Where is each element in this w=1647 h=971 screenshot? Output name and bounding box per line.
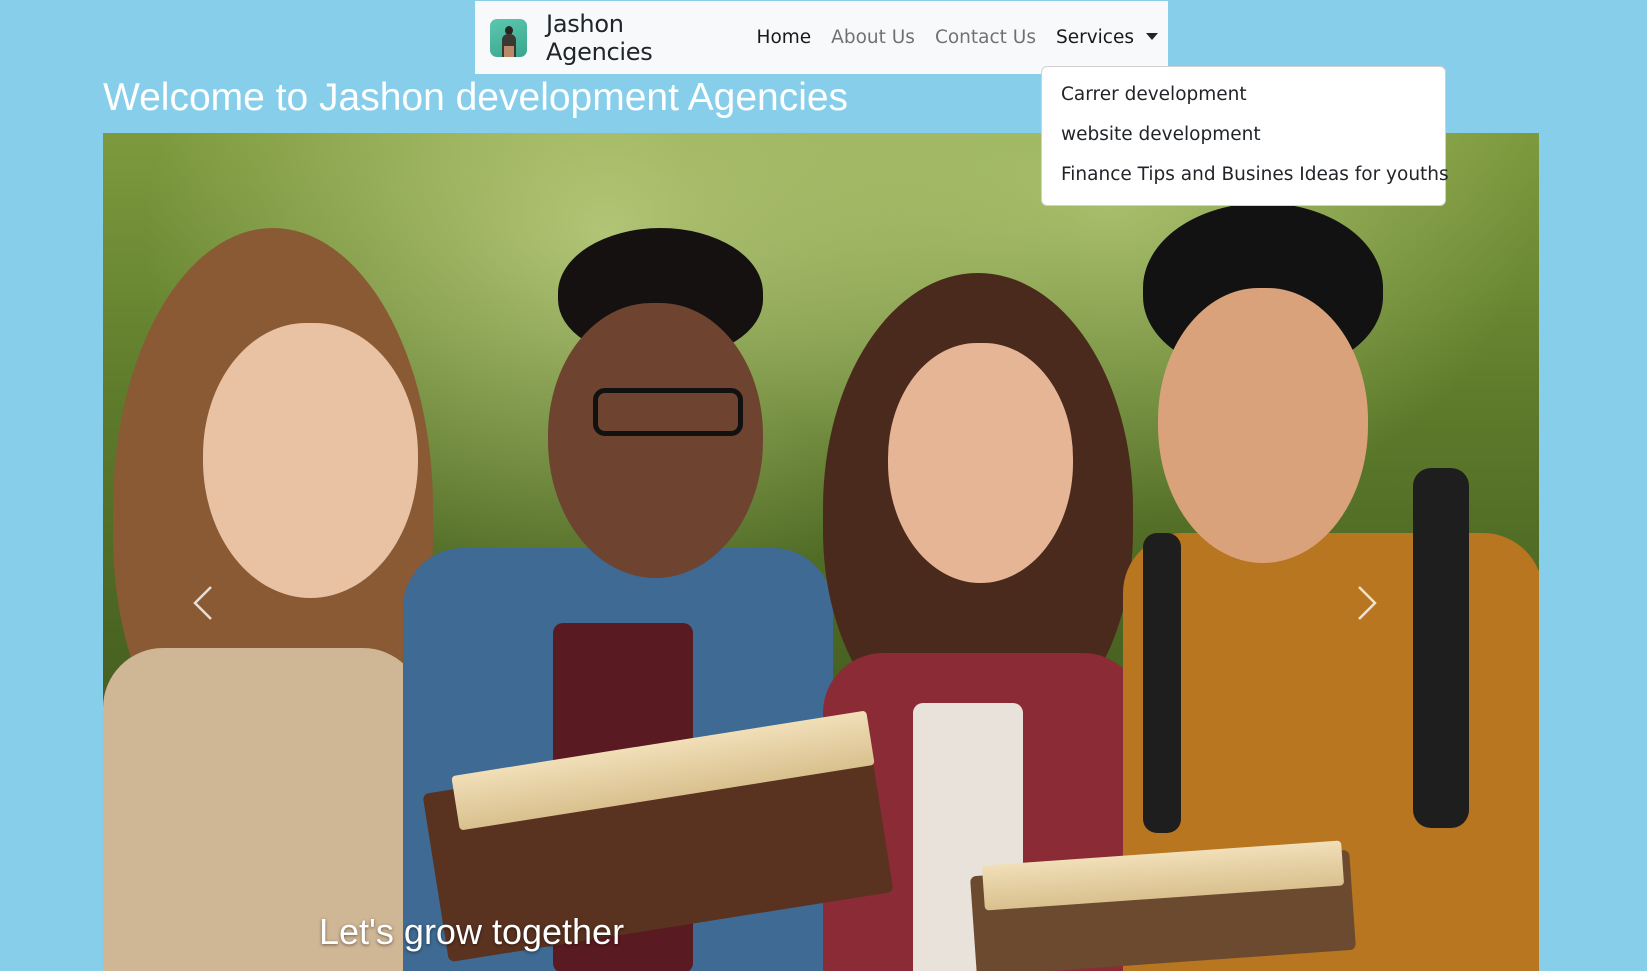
hero-carousel: Let's grow together	[103, 133, 1539, 971]
services-dropdown-toggle[interactable]: Services	[1046, 27, 1168, 48]
carousel-caption: Let's grow together	[319, 911, 625, 952]
dropdown-item-carrer-development[interactable]: Carrer development	[1042, 75, 1445, 115]
nav-link-contact-us[interactable]: Contact Us	[925, 27, 1046, 48]
dropdown-item-finance-tips[interactable]: Finance Tips and Busines Ideas for youth…	[1042, 155, 1449, 195]
nav-link-home[interactable]: Home	[747, 27, 822, 48]
page-title: Welcome to Jashon development Agencies	[103, 76, 849, 119]
chevron-left-icon	[193, 586, 212, 620]
nav-link-about-us[interactable]: About Us	[821, 27, 925, 48]
caret-down-icon	[1146, 33, 1158, 40]
services-dropdown-menu: Carrer development website development F…	[1041, 66, 1449, 206]
dropdown-item-website-development[interactable]: website development	[1042, 115, 1445, 155]
navbar: Jashon Agencies Home About Us Contact Us…	[475, 1, 1168, 74]
brand-logo-icon	[490, 18, 528, 57]
group-of-students-reading-image	[103, 133, 1539, 971]
brand-name: Jashon Agencies	[546, 9, 653, 66]
chevron-right-icon	[1358, 586, 1377, 620]
carousel-prev-button[interactable]	[173, 573, 233, 633]
carousel-next-button[interactable]	[1337, 573, 1397, 633]
nav-links: Home About Us Contact Us Services	[747, 27, 1168, 48]
services-label: Services	[1055, 27, 1134, 48]
navbar-brand[interactable]: Jashon Agencies	[490, 10, 733, 66]
